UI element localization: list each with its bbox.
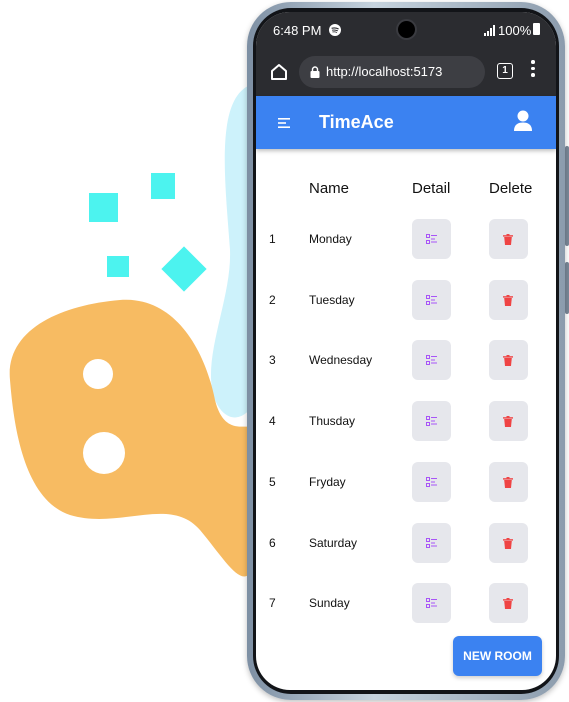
- white-dot-small: [83, 359, 113, 389]
- spotify-icon: [329, 24, 341, 36]
- trash-icon: [503, 234, 513, 245]
- battery-percent: 100%: [498, 23, 532, 38]
- detail-button[interactable]: [412, 401, 451, 442]
- app-header: TimeAce: [256, 96, 556, 149]
- cyan-square-2: [151, 173, 175, 199]
- status-time: 6:48 PM: [273, 23, 322, 38]
- detail-button[interactable]: [412, 522, 451, 563]
- trash-icon: [503, 476, 513, 488]
- browser-toolbar: http://localhost:5173 1: [256, 48, 556, 96]
- detail-button[interactable]: [412, 340, 451, 381]
- table-row: 3 Wednesday: [256, 340, 556, 381]
- delete-button[interactable]: [489, 461, 528, 502]
- front-camera: [398, 21, 415, 38]
- detail-button[interactable]: [412, 461, 451, 502]
- trash-icon: [503, 416, 513, 428]
- detail-button[interactable]: [412, 279, 451, 320]
- cyan-square-1: [89, 193, 118, 222]
- more-options-icon[interactable]: [531, 60, 535, 80]
- row-name: Tuesday: [309, 292, 355, 307]
- battery-icon: [533, 23, 540, 35]
- row-name: Wednesday: [309, 353, 373, 368]
- row-name: Monday: [309, 232, 352, 246]
- row-index: 1: [269, 232, 276, 246]
- menu-icon[interactable]: [278, 117, 292, 129]
- table-row: 7 Sunday: [256, 583, 556, 624]
- cyan-square-3: [107, 256, 129, 277]
- row-name: Fryday: [309, 474, 346, 489]
- phone-bezel: 6:48 PM 100% http://localhost:5173 1 Tim…: [253, 8, 559, 694]
- tab-switcher-button[interactable]: 1: [497, 63, 513, 79]
- status-bar: 6:48 PM 100%: [256, 12, 556, 48]
- screen-bottom: [256, 684, 556, 690]
- delete-button[interactable]: [489, 340, 528, 381]
- header-name: Name: [309, 180, 350, 197]
- address-bar[interactable]: http://localhost:5173: [299, 56, 485, 88]
- row-index: 3: [269, 353, 276, 368]
- row-index: 7: [269, 596, 276, 611]
- trash-icon: [503, 294, 513, 306]
- white-dot-large: [83, 432, 125, 474]
- list-detail-icon: [426, 416, 437, 427]
- list-detail-icon: [426, 537, 437, 548]
- detail-button[interactable]: [412, 583, 451, 624]
- trash-icon: [503, 537, 513, 549]
- header-detail: Detail: [412, 180, 451, 197]
- list-detail-icon: [426, 598, 437, 609]
- lock-icon: [310, 66, 320, 78]
- signal-icon: [484, 25, 495, 36]
- delete-button[interactable]: [489, 219, 528, 259]
- row-name: Sunday: [309, 596, 350, 611]
- table-row: 6 Saturday: [256, 522, 556, 563]
- table-row: 5 Fryday: [256, 461, 556, 502]
- app-title: TimeAce: [319, 112, 394, 132]
- delete-button[interactable]: [489, 401, 528, 442]
- list-detail-icon: [426, 234, 437, 244]
- list-detail-icon: [426, 294, 437, 305]
- row-index: 6: [269, 535, 276, 550]
- phone-screen: 6:48 PM 100% http://localhost:5173 1 Tim…: [256, 12, 556, 690]
- home-icon[interactable]: [269, 62, 289, 82]
- list-detail-icon: [426, 355, 437, 366]
- row-index: 2: [269, 292, 276, 307]
- cyan-diamond: [161, 246, 207, 292]
- table-row: 2 Tuesday: [256, 279, 556, 320]
- phone-side-button-2: [565, 262, 569, 314]
- row-index: 5: [269, 474, 276, 489]
- list-detail-icon: [426, 476, 437, 487]
- phone-side-button: [565, 146, 569, 246]
- row-index: 4: [269, 414, 276, 429]
- trash-icon: [503, 355, 513, 367]
- url-text: http://localhost:5173: [326, 64, 443, 79]
- new-room-button[interactable]: NEW ROOM: [453, 636, 542, 676]
- delete-button[interactable]: [489, 279, 528, 320]
- detail-button[interactable]: [412, 219, 451, 259]
- row-name: Saturday: [309, 535, 358, 550]
- header-delete: Delete: [489, 180, 533, 197]
- delete-button[interactable]: [489, 583, 528, 624]
- user-icon[interactable]: [513, 110, 533, 132]
- trash-icon: [503, 598, 513, 610]
- delete-button[interactable]: [489, 522, 528, 563]
- table-row: 4 Thusday: [256, 401, 556, 442]
- phone-frame: 6:48 PM 100% http://localhost:5173 1 Tim…: [247, 2, 565, 700]
- table-row: 1 Monday: [256, 219, 556, 259]
- row-name: Thusday: [309, 414, 356, 429]
